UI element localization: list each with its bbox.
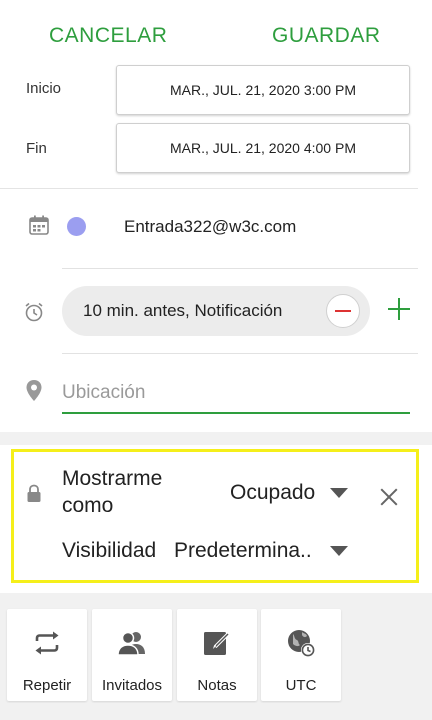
cancel-button[interactable]: CANCELAR — [49, 24, 167, 48]
reminder-chip[interactable]: 10 min. antes, Notificación — [62, 286, 370, 336]
toolbar: Repetir Invitados Notas UTC — [0, 607, 432, 703]
timezone-button[interactable]: UTC — [261, 609, 341, 701]
repeat-button[interactable]: Repetir — [7, 609, 87, 701]
guests-button[interactable]: Invitados — [92, 609, 172, 701]
chevron-down-icon[interactable] — [330, 546, 348, 556]
add-reminder-button[interactable] — [388, 298, 410, 320]
show-as-dropdown[interactable]: Ocupado — [230, 481, 315, 505]
visibility-dropdown[interactable]: Predetermina.. — [174, 539, 312, 563]
bottom-spacer — [0, 703, 432, 720]
end-label: Fin — [26, 140, 47, 157]
reminder-label: 10 min. antes, Notificación — [83, 301, 283, 320]
lock-icon — [27, 484, 41, 502]
timezone-label: UTC — [285, 677, 317, 694]
repeat-icon — [35, 631, 59, 655]
end-datetime-field[interactable]: MAR., JUL. 21, 2020 4:00 PM — [116, 123, 410, 173]
start-label: Inicio — [26, 80, 62, 97]
calendar-icon — [29, 215, 49, 235]
guests-icon — [117, 631, 145, 656]
alarm-icon — [25, 302, 43, 322]
visibility-label: Visibilidad — [62, 539, 157, 562]
close-icon[interactable] — [378, 486, 400, 508]
notes-label: Notas — [197, 677, 237, 694]
show-as-label: Mostrarme como — [62, 467, 163, 517]
repeat-label: Repetir — [22, 677, 72, 694]
divider — [62, 268, 418, 269]
location-pin-icon — [26, 380, 42, 401]
save-button[interactable]: GUARDAR — [272, 24, 381, 48]
timezone-icon — [288, 630, 315, 657]
location-input[interactable] — [62, 374, 410, 414]
notes-icon — [204, 632, 230, 655]
calendar-color-dot[interactable] — [67, 217, 86, 236]
notes-button[interactable]: Notas — [177, 609, 257, 701]
guests-label: Invitados — [101, 677, 163, 694]
chevron-down-icon[interactable] — [330, 488, 348, 498]
calendar-account[interactable]: Entrada322@w3c.com — [124, 217, 296, 237]
start-datetime-field[interactable]: MAR., JUL. 21, 2020 3:00 PM — [116, 65, 410, 115]
divider — [62, 353, 418, 354]
remove-reminder-button[interactable] — [326, 294, 360, 328]
divider — [0, 188, 418, 189]
